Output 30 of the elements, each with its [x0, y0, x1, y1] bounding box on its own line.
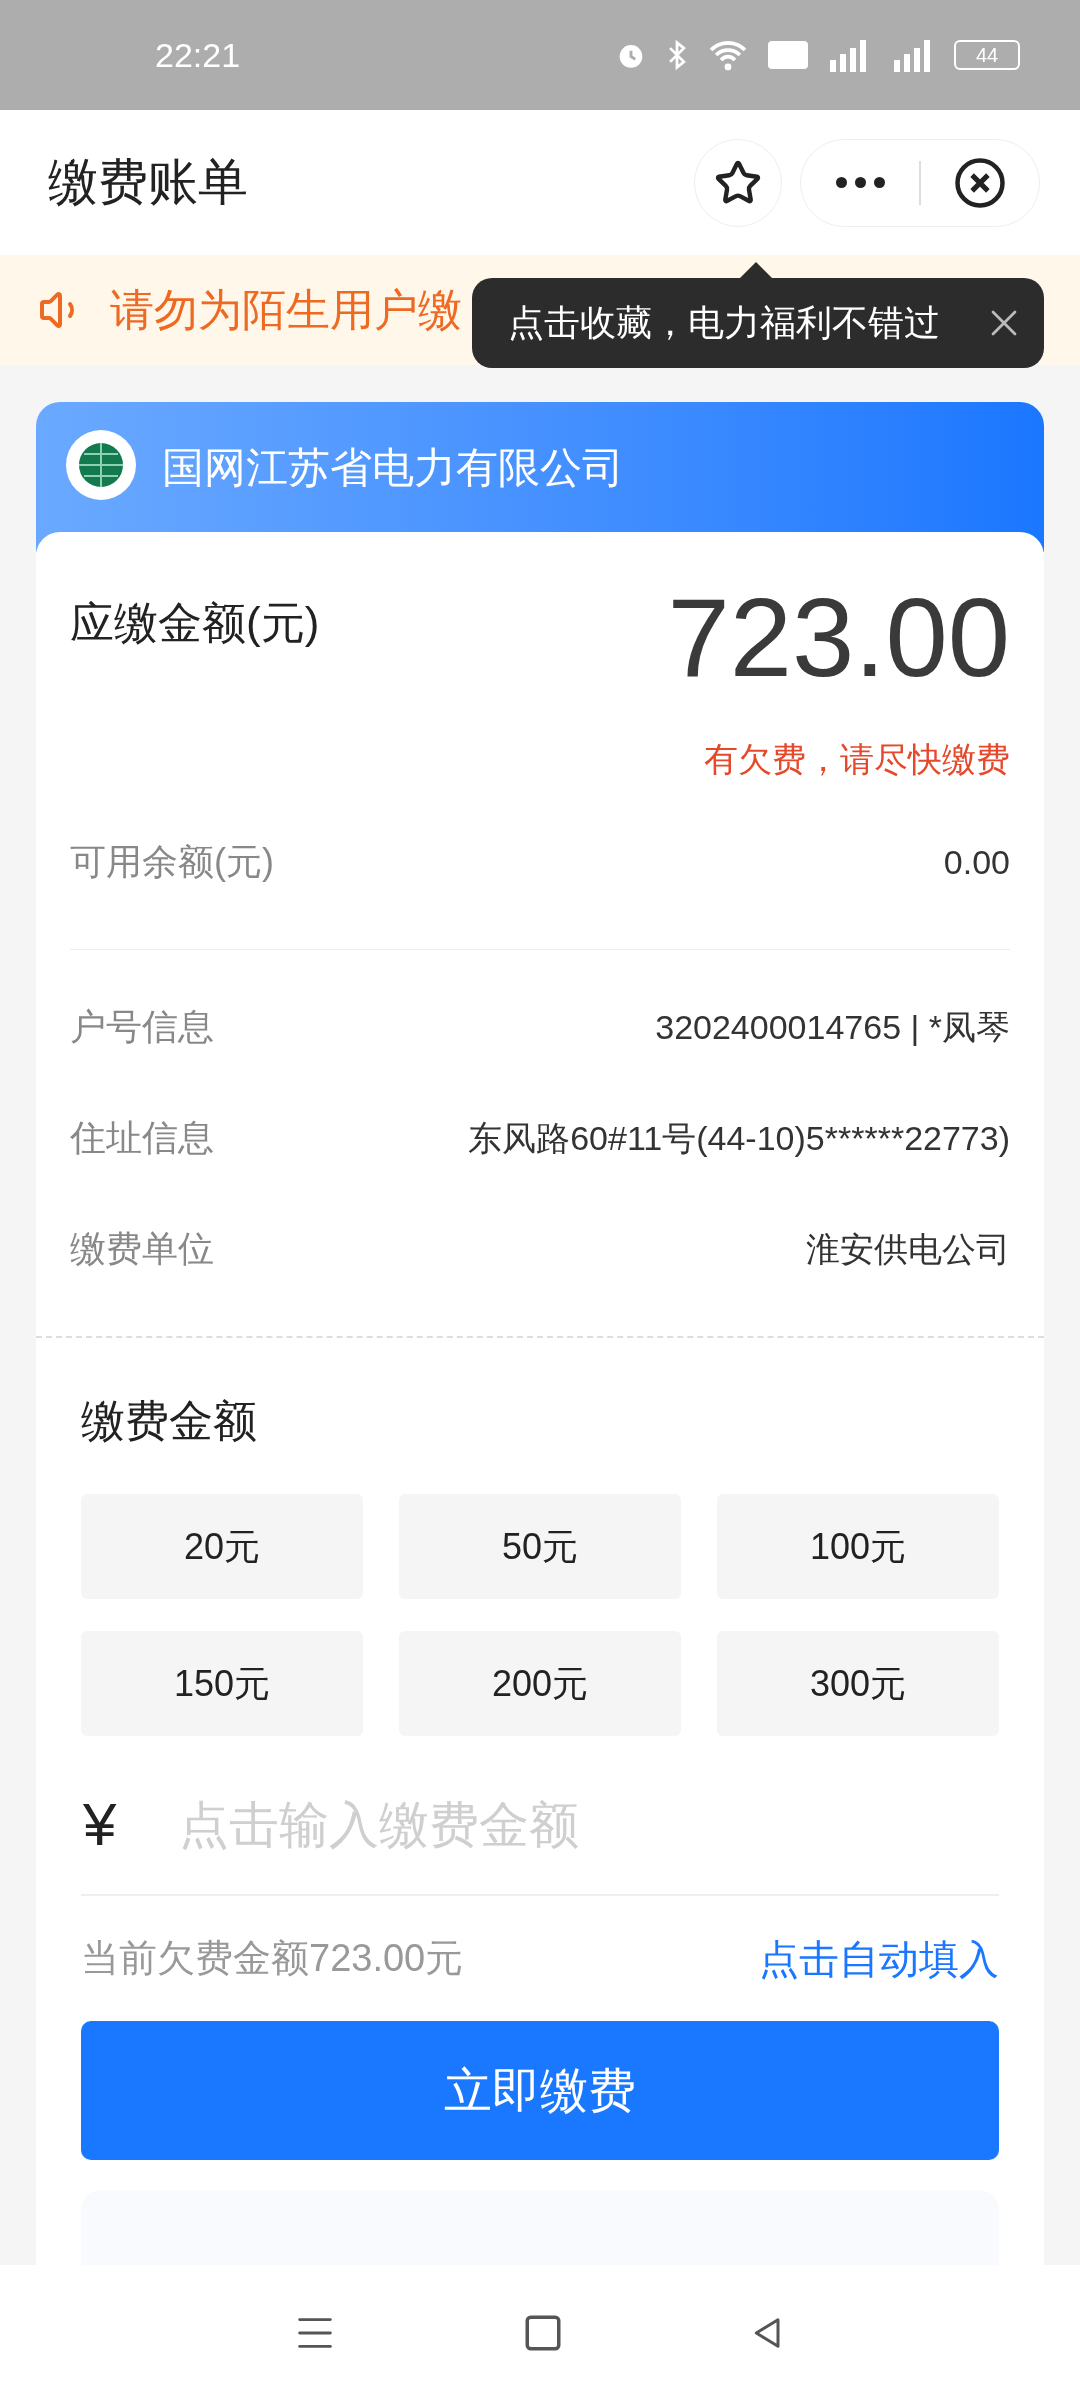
- info-label: 户号信息: [70, 1005, 214, 1049]
- tooltip-text: 点击收藏，电力福利不错过: [508, 301, 940, 345]
- payment-title: 缴费金额: [81, 1395, 258, 1447]
- amount-option[interactable]: 150元: [81, 1631, 363, 1736]
- balance-value: 0.00: [943, 841, 1010, 883]
- amount-option[interactable]: 50元: [399, 1494, 681, 1599]
- info-value: 东风路60#11号(44-10)5******22773): [468, 1117, 1010, 1159]
- amount-option[interactable]: 300元: [717, 1631, 999, 1736]
- notice-text: 请勿为陌生用户缴: [110, 284, 462, 336]
- company-logo: [66, 430, 136, 500]
- info-label: 住址信息: [70, 1116, 214, 1160]
- battery-icon: 44: [954, 40, 1020, 70]
- amount-option[interactable]: 200元: [399, 1631, 681, 1736]
- info-value: 淮安供电公司: [806, 1228, 1010, 1270]
- status-time: 22:21: [155, 34, 241, 76]
- balance-label: 可用余额(元): [70, 840, 274, 884]
- info-value: 3202400014765 | *凤琴: [655, 1006, 1010, 1048]
- pay-button[interactable]: 立即缴费: [81, 2021, 999, 2160]
- amount-due-label: 应缴金额(元): [70, 597, 320, 649]
- autofill-link[interactable]: 点击自动填入: [759, 1928, 999, 1989]
- arrears-warning: 有欠费，请尽快缴费: [704, 739, 1010, 780]
- amount-due-value: 723.00: [667, 582, 1010, 694]
- currency-symbol: ¥: [83, 1790, 118, 1860]
- arrears-hint: 当前欠费金额723.00元: [81, 1936, 464, 1981]
- amount-option[interactable]: 20元: [81, 1494, 363, 1599]
- info-label: 缴费单位: [70, 1227, 214, 1271]
- close-icon: [953, 155, 1007, 210]
- company-name: 国网江苏省电力有限公司: [162, 443, 624, 493]
- amount-option[interactable]: 100元: [717, 1494, 999, 1599]
- page-title: 缴费账单: [48, 153, 248, 212]
